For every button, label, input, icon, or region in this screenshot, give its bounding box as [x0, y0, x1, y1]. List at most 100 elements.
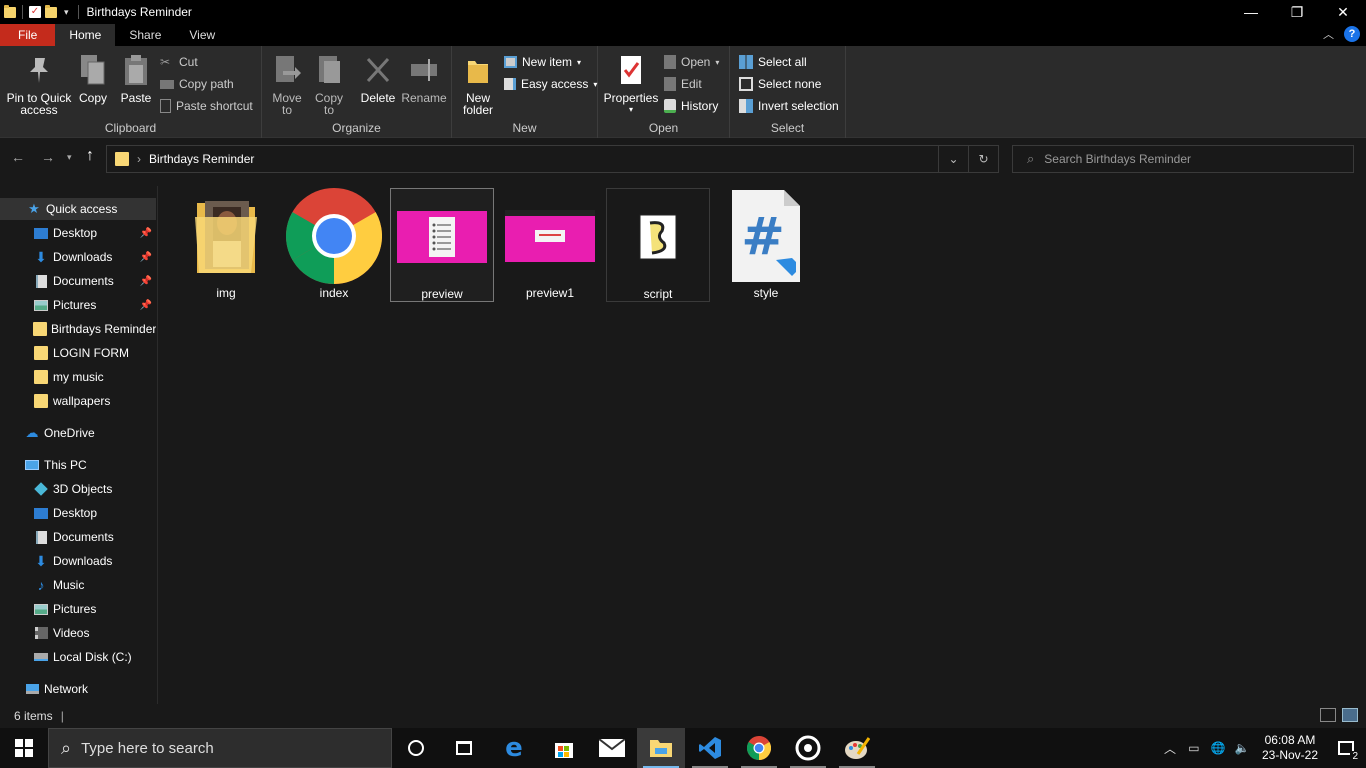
easy-access-button[interactable]: Easy access ▾: [504, 75, 597, 93]
minimize-button[interactable]: —: [1228, 0, 1274, 24]
divider: |: [60, 709, 64, 723]
taskbar-search[interactable]: ⌕ Type here to search: [48, 728, 392, 768]
nav-item-login-form[interactable]: LOGIN FORM: [0, 342, 156, 364]
file-item-img[interactable]: img: [174, 188, 278, 302]
search-box[interactable]: ⌕ Search Birthdays Reminder: [1012, 145, 1354, 173]
store-icon[interactable]: [540, 728, 588, 768]
close-button[interactable]: ✕: [1320, 0, 1366, 24]
invert-selection-button[interactable]: Invert selection: [739, 97, 839, 115]
nav-network[interactable]: Network: [0, 678, 156, 700]
collapse-ribbon-icon[interactable]: ︿: [1323, 26, 1334, 42]
move-to-icon: [271, 52, 303, 88]
nav-quick-access[interactable]: ★ Quick access: [0, 198, 156, 220]
details-view-icon[interactable]: [1320, 708, 1336, 722]
nav-item-videos[interactable]: Videos: [0, 622, 156, 644]
nav-onedrive[interactable]: ☁ OneDrive: [0, 422, 156, 444]
clock[interactable]: 06:08 AM 23-Nov-22: [1254, 733, 1326, 763]
delete-label: Delete: [360, 91, 396, 105]
properties-icon[interactable]: ✓: [29, 6, 41, 18]
paint-icon[interactable]: [833, 728, 881, 768]
paste-button[interactable]: Paste: [118, 52, 154, 104]
cortana-icon[interactable]: [392, 728, 440, 768]
paste-shortcut-label: Paste shortcut: [176, 99, 253, 113]
chrome-taskbar-icon[interactable]: [735, 728, 783, 768]
breadcrumb-current[interactable]: Birthdays Reminder: [149, 152, 254, 166]
new-item-label: New item: [522, 55, 573, 69]
file-item-style[interactable]: # style: [714, 188, 818, 302]
battery-icon[interactable]: ▭: [1182, 741, 1206, 755]
up-icon[interactable]: ↑: [86, 147, 94, 165]
nav-item-music[interactable]: ♪ Music: [0, 574, 156, 596]
show-hidden-icons-icon[interactable]: ︿: [1158, 740, 1182, 757]
open-button[interactable]: Open ▾: [664, 53, 719, 71]
select-all-button[interactable]: Select all: [739, 53, 807, 71]
restore-button[interactable]: ❐: [1274, 0, 1320, 24]
copy-button[interactable]: Copy: [76, 52, 110, 104]
move-to-label-2: to: [281, 103, 292, 117]
back-icon[interactable]: ←: [11, 149, 25, 165]
media-player-icon[interactable]: [784, 728, 832, 768]
network-globe-icon[interactable]: 🌐: [1206, 741, 1230, 755]
forward-icon[interactable]: →: [41, 149, 55, 165]
properties-button[interactable]: Properties ▾: [604, 52, 658, 116]
nav-item-pictures[interactable]: Pictures 📌: [0, 294, 156, 316]
nav-item-pc-documents[interactable]: Documents: [0, 526, 156, 548]
rename-icon: [408, 52, 440, 88]
nav-this-pc[interactable]: This PC: [0, 454, 156, 476]
rename-button[interactable]: Rename: [401, 52, 447, 104]
pin-to-quick-access-button[interactable]: Pin to Quick access: [6, 52, 72, 116]
nav-item-3d-objects[interactable]: 3D Objects: [0, 478, 156, 500]
file-item-index[interactable]: index: [282, 188, 386, 302]
help-icon[interactable]: ?: [1344, 26, 1360, 42]
nav-item-my-music[interactable]: my music: [0, 366, 156, 388]
file-item-preview1[interactable]: preview1: [498, 188, 602, 302]
file-explorer-icon[interactable]: [637, 728, 685, 768]
vscode-icon[interactable]: [686, 728, 734, 768]
tab-view[interactable]: View: [175, 24, 229, 46]
copy-path-button[interactable]: Copy path: [160, 75, 234, 93]
nav-item-pc-downloads[interactable]: ⬇ Downloads: [0, 550, 156, 572]
mail-icon[interactable]: [588, 728, 636, 768]
tab-home[interactable]: Home: [55, 24, 116, 46]
documents-icon: [33, 274, 49, 288]
refresh-icon[interactable]: ↻: [968, 146, 998, 172]
nav-item-pc-pictures[interactable]: Pictures: [0, 598, 156, 620]
nav-item-local-disk[interactable]: Local Disk (C:): [0, 646, 156, 668]
nav-item-documents[interactable]: Documents 📌: [0, 270, 156, 292]
file-name: index: [319, 286, 349, 300]
edit-button[interactable]: Edit: [664, 75, 702, 93]
nav-item-wallpapers[interactable]: wallpapers: [0, 390, 156, 412]
search-placeholder: Search Birthdays Reminder: [1044, 152, 1192, 166]
edge-icon[interactable]: e: [490, 728, 538, 768]
paste-shortcut-button[interactable]: Paste shortcut: [160, 97, 253, 115]
nav-item-label: Music: [53, 578, 85, 592]
nav-network-label: Network: [44, 682, 89, 696]
new-item-button[interactable]: New item ▾: [504, 53, 581, 71]
select-none-button[interactable]: Select none: [739, 75, 821, 93]
address-bar[interactable]: › Birthdays Reminder ⌄ ↻: [106, 145, 999, 173]
recent-locations-icon[interactable]: ▾: [67, 152, 72, 163]
copy-to-button[interactable]: Copy to: [312, 52, 346, 116]
chevron-down-icon[interactable]: ⌄: [938, 146, 968, 172]
move-to-button[interactable]: Move to: [270, 52, 304, 116]
search-icon: ⌕: [1027, 151, 1035, 166]
nav-item-pc-desktop[interactable]: Desktop: [0, 502, 156, 524]
large-icons-view-icon[interactable]: [1342, 708, 1358, 722]
tab-file[interactable]: File: [0, 24, 56, 46]
new-folder-button[interactable]: New folder: [460, 52, 496, 116]
file-item-script[interactable]: script: [606, 188, 710, 302]
task-view-icon[interactable]: [440, 728, 488, 768]
customize-toolbar-icon[interactable]: ▾: [61, 7, 72, 18]
delete-button[interactable]: Delete: [360, 52, 396, 104]
start-button[interactable]: [0, 728, 48, 768]
history-button[interactable]: History: [664, 97, 718, 115]
nav-item-downloads[interactable]: ⬇ Downloads 📌: [0, 246, 156, 268]
volume-icon[interactable]: 🔈: [1230, 741, 1254, 755]
new-folder-icon[interactable]: [45, 4, 57, 18]
notifications-button[interactable]: 2: [1326, 728, 1366, 768]
file-item-preview[interactable]: preview: [390, 188, 494, 302]
cut-button[interactable]: ✂ Cut: [160, 53, 198, 71]
nav-item-birthdays-reminder[interactable]: Birthdays Reminder: [0, 318, 156, 340]
tab-share[interactable]: Share: [115, 24, 175, 46]
nav-item-desktop[interactable]: Desktop 📌: [0, 222, 156, 244]
